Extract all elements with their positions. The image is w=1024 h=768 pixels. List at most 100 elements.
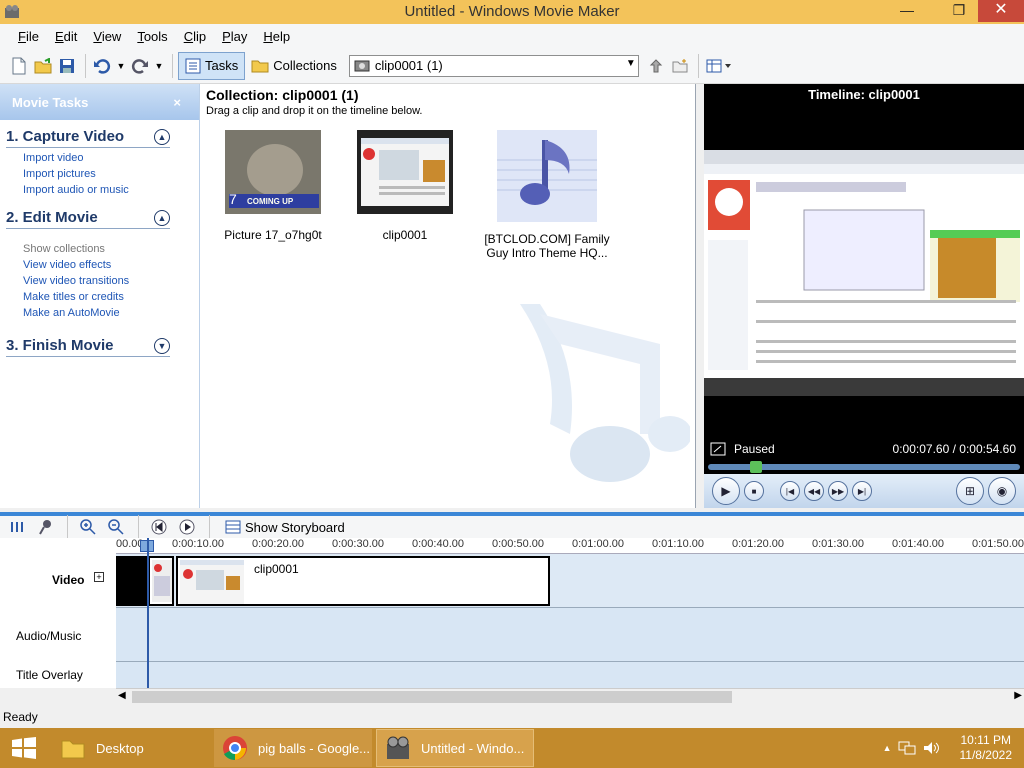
open-project-icon[interactable] — [32, 55, 54, 77]
menu-tools[interactable]: Tools — [129, 29, 175, 44]
play-timeline-icon[interactable] — [176, 516, 198, 538]
show-collections-link[interactable]: Show collections — [6, 241, 199, 257]
seek-bar[interactable] — [708, 461, 1020, 473]
zoom-in-icon[interactable] — [77, 516, 99, 538]
collection-icon — [354, 60, 370, 71]
rewind-timeline-icon[interactable] — [148, 516, 170, 538]
taskbar-item-movie-maker[interactable]: Untitled - Windo... — [376, 729, 534, 767]
timeline-clip-transition[interactable] — [148, 556, 174, 606]
track-label-video: Video — [52, 573, 85, 587]
scroll-right-icon[interactable]: ▶ — [1014, 690, 1022, 701]
menu-play[interactable]: Play — [214, 29, 255, 44]
close-icon[interactable]: × — [173, 95, 181, 110]
track-labels: Video + Audio/Music Title Overlay — [0, 538, 116, 688]
stop-button[interactable]: ■ — [744, 481, 764, 501]
minimize-button[interactable]: — — [890, 0, 924, 22]
scroll-thumb[interactable] — [132, 691, 732, 703]
chevron-down-icon[interactable]: ▼ — [154, 337, 170, 354]
forward-button[interactable]: ▶▶ — [828, 481, 848, 501]
ruler-tick: 0:00:30.00 — [332, 538, 384, 550]
clip-item-clip0001[interactable]: clip0001 — [350, 130, 460, 242]
up-folder-icon[interactable] — [645, 55, 667, 77]
make-titles-link[interactable]: Make titles or credits — [6, 289, 199, 305]
next-frame-button[interactable]: ▶| — [852, 481, 872, 501]
save-project-icon[interactable] — [56, 55, 78, 77]
close-button[interactable]: ✕ — [978, 0, 1024, 22]
taskbar-item-desktop[interactable]: Desktop — [52, 729, 210, 767]
undo-dropdown-icon[interactable]: ▼ — [115, 55, 127, 77]
timeline-ruler[interactable]: 00.00 0:00:10.00 0:00:20.00 0:00:30.00 0… — [116, 538, 1024, 554]
chevron-up-icon[interactable]: ▲ — [154, 209, 170, 226]
clip-name: [BTCLOD.COM] Family Guy Intro Theme HQ..… — [484, 232, 610, 260]
filmstrip-thumbnail-icon — [357, 130, 453, 214]
status-bar: Ready — [0, 706, 1024, 728]
show-storyboard-button[interactable]: Show Storyboard — [219, 516, 351, 538]
restore-button[interactable]: ❐ — [942, 0, 976, 22]
collection-select-value: clip0001 (1) — [374, 58, 443, 73]
playback-controls: ▶ ■ |◀ ◀◀ ▶▶ ▶| ⊞ ◉ — [704, 474, 1024, 508]
menu-file[interactable]: File — [10, 29, 47, 44]
make-automovie-link[interactable]: Make an AutoMovie — [6, 305, 199, 321]
narrate-timeline-icon[interactable] — [34, 516, 56, 538]
clock-date: 11/8/2022 — [959, 748, 1013, 762]
collection-subtitle: Drag a clip and drop it on the timeline … — [206, 105, 423, 117]
chevron-down-icon[interactable]: ▼ — [626, 58, 636, 69]
menu-view[interactable]: View — [85, 29, 129, 44]
timeline-clip-clip0001[interactable]: clip0001 — [176, 556, 550, 606]
volume-icon[interactable] — [922, 740, 940, 756]
taskbar-item-chrome[interactable]: pig balls - Google... — [214, 729, 372, 767]
movie-maker-icon[interactable] — [4, 4, 20, 20]
import-video-link[interactable]: Import video — [6, 150, 199, 166]
view-video-effects-link[interactable]: View video effects — [6, 257, 199, 273]
tasks-button[interactable]: Tasks — [178, 51, 246, 80]
menu-clip[interactable]: Clip — [176, 29, 214, 44]
take-picture-button[interactable]: ◉ — [988, 477, 1016, 505]
chevron-up-icon[interactable]: ▲ — [154, 128, 170, 145]
import-pictures-link[interactable]: Import pictures — [6, 166, 199, 182]
windows-start-icon[interactable] — [12, 737, 36, 759]
collections-button[interactable]: Collections — [245, 52, 343, 80]
seek-handle[interactable] — [750, 461, 762, 473]
view-video-transitions-link[interactable]: View video transitions — [6, 273, 199, 289]
import-audio-link[interactable]: Import audio or music — [6, 182, 199, 198]
title-overlay-track[interactable] — [116, 662, 1024, 688]
ruler-tick: 0:00:40.00 — [412, 538, 464, 550]
storyboard-icon — [225, 520, 241, 534]
play-button[interactable]: ▶ — [712, 477, 740, 505]
finish-movie-header[interactable]: 3. Finish Movie ▼ — [6, 335, 170, 357]
fullscreen-icon[interactable] — [710, 442, 726, 456]
rewind-button[interactable]: ◀◀ — [804, 481, 824, 501]
menu-help[interactable]: Help — [255, 29, 298, 44]
collection-select[interactable]: clip0001 (1) ▼ — [348, 54, 639, 77]
redo-icon[interactable] — [129, 55, 151, 77]
previous-frame-button[interactable]: |◀ — [780, 481, 800, 501]
new-project-icon[interactable] — [8, 55, 30, 77]
edit-movie-header[interactable]: 2. Edit Movie ▲ — [6, 207, 170, 229]
redo-dropdown-icon[interactable]: ▼ — [153, 55, 165, 77]
menu-edit[interactable]: Edit — [47, 29, 85, 44]
capture-video-header[interactable]: 1. Capture Video ▲ — [6, 126, 170, 148]
clip-name: Picture 17_o7hg0t — [224, 228, 322, 242]
toolbar-separator — [697, 53, 699, 78]
menu-bar: File Edit View Tools Clip Play Help — [0, 24, 1024, 48]
set-audio-levels-icon[interactable] — [6, 516, 28, 538]
timeline-scrollbar[interactable]: ◀ ▶ — [116, 688, 1024, 704]
preview-screen[interactable] — [704, 150, 1024, 396]
views-icon[interactable] — [704, 55, 734, 77]
undo-icon[interactable] — [91, 55, 113, 77]
ruler-tick: 0:01:00.00 — [572, 538, 624, 550]
video-track[interactable]: clip0001 — [116, 554, 1024, 608]
new-collection-folder-icon[interactable] — [669, 55, 691, 77]
zoom-out-icon[interactable] — [105, 516, 127, 538]
expand-track-icon[interactable]: + — [94, 572, 104, 582]
split-clip-button[interactable]: ⊞ — [956, 477, 984, 505]
network-icon[interactable] — [898, 740, 916, 756]
timeline-clip-picture[interactable] — [116, 556, 148, 606]
clip-item-audio[interactable]: [BTCLOD.COM] Family Guy Intro Theme HQ..… — [482, 130, 612, 260]
playhead-line — [147, 538, 149, 688]
system-clock[interactable]: 10:11 PM 11/8/2022 — [960, 733, 1013, 763]
clip-item-picture[interactable]: 7 COMING UP Picture 17_o7hg0t — [218, 130, 328, 242]
scroll-left-icon[interactable]: ◀ — [118, 690, 126, 701]
audio-music-track[interactable] — [116, 608, 1024, 662]
show-hidden-icons-icon[interactable]: ▲ — [883, 743, 892, 753]
